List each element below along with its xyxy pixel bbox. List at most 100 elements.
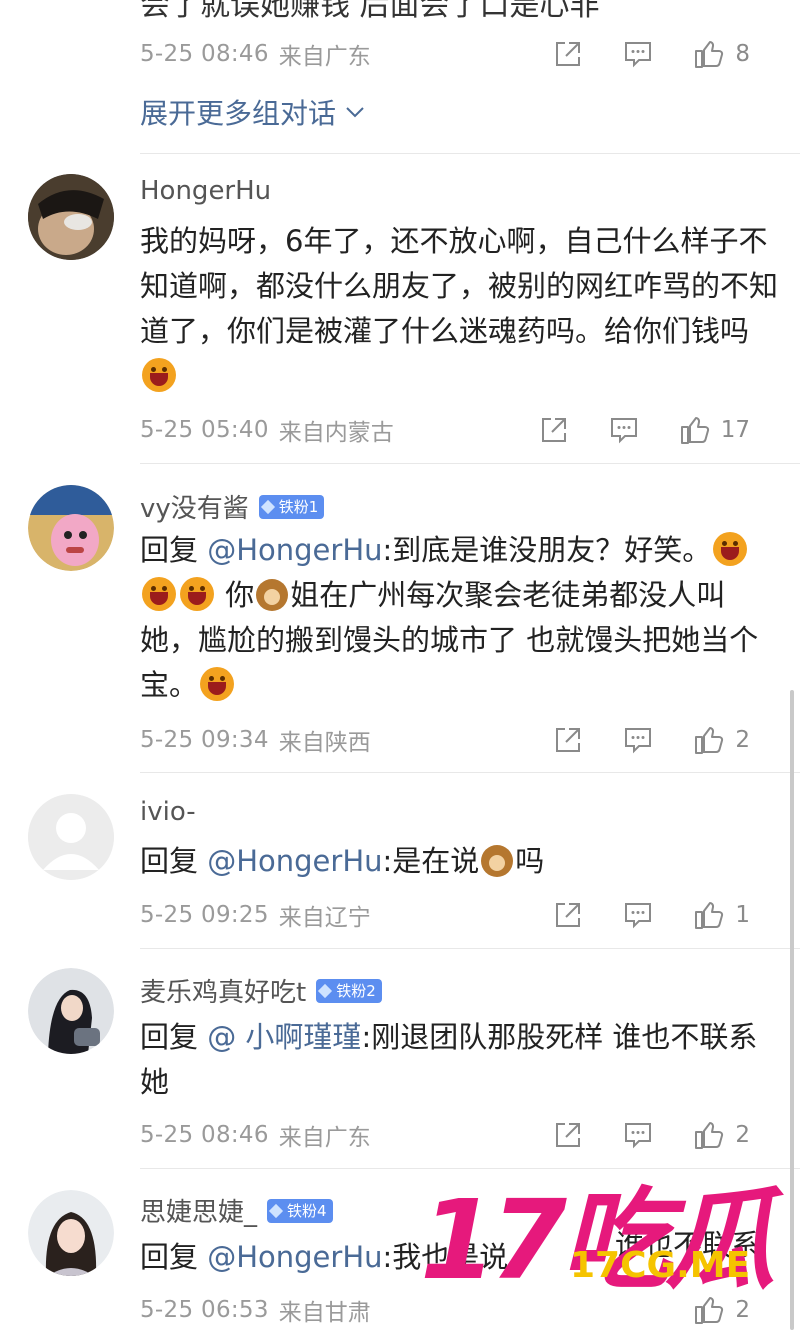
username[interactable]: ivio- [140, 797, 196, 827]
comment-text: 我的妈呀，6年了，还不放心啊，自己什么样子不知道啊，都没什么朋友了，被别的网红咋… [140, 219, 780, 399]
comment-date: 5-25 09:34 [140, 727, 269, 753]
thumbs-up-icon [680, 417, 709, 444]
share-icon [556, 903, 581, 927]
username[interactable]: HongerHu [140, 176, 271, 206]
grinning-emoji-icon [180, 577, 214, 611]
comment-location: 来自广东 [278, 44, 371, 70]
thumbs-up-icon [695, 41, 724, 68]
grinning-emoji-icon [713, 532, 748, 566]
reply-button[interactable] [623, 39, 653, 69]
comment-location: 来自辽宁 [278, 905, 371, 931]
avatar[interactable] [28, 794, 114, 880]
monkey-emoji-icon [481, 845, 514, 877]
reply-prefix: 回复 [140, 533, 208, 567]
comment-actions: 8 [553, 34, 750, 74]
like-count: 2 [735, 1122, 750, 1148]
comment-icon [610, 418, 637, 444]
share-button[interactable] [539, 415, 569, 445]
divider [140, 948, 800, 949]
mention-link[interactable]: @ 小啊瑾瑾 [207, 1020, 361, 1054]
mention-link[interactable]: @HongerHu [207, 844, 382, 878]
mention-link[interactable]: @HongerHu [207, 533, 382, 567]
comment-actions: 1 [553, 895, 750, 935]
like-count: 17 [720, 417, 750, 443]
reply-button[interactable] [623, 1120, 653, 1150]
comment-location: 来自甘肃 [278, 1300, 371, 1326]
diamond-icon [318, 983, 333, 998]
like-button[interactable]: 17 [679, 414, 750, 446]
badge-label: 铁粉2 [336, 982, 376, 1000]
share-button[interactable] [553, 900, 583, 930]
fan-badge: 铁粉1 [258, 494, 325, 519]
like-count: 2 [735, 727, 750, 753]
scrollbar[interactable] [790, 690, 794, 1330]
comment-meta: 5-25 05:40 来自内蒙古 17 [140, 410, 780, 450]
username-row: vy没有酱 铁粉1 [140, 488, 325, 525]
divider [140, 1168, 800, 1169]
comment-body: :是在说 [382, 844, 480, 878]
comment-text: 回复 @HongerHu:是在说 吗 [140, 839, 780, 884]
comment-date: 5-25 05:40 [140, 417, 269, 443]
reply-button[interactable] [623, 900, 653, 930]
comment-body: 我的妈呀，6年了，还不放心啊，自己什么样子不知道啊，都没什么朋友了，被别的网红咋… [140, 224, 779, 348]
username[interactable]: vy没有酱 [140, 488, 249, 525]
comment-actions: 17 [539, 410, 750, 450]
thumbs-up-icon [695, 902, 724, 929]
comment-body: 你 [216, 578, 255, 612]
comment-location: 来自广东 [278, 1125, 371, 1151]
comment-icon [625, 728, 652, 754]
comment-meta: 5-25 09:25 来自辽宁 1 [140, 895, 780, 935]
avatar[interactable] [28, 174, 114, 260]
like-button[interactable]: 8 [693, 38, 750, 70]
share-button[interactable] [553, 39, 583, 69]
reply-button[interactable] [623, 725, 653, 755]
comment-icon [625, 42, 652, 68]
divider [140, 153, 800, 154]
username[interactable]: 麦乐鸡真好吃t [140, 972, 306, 1009]
comment-actions: 2 [553, 720, 750, 760]
avatar[interactable] [28, 485, 114, 571]
thumbs-up-icon [695, 1297, 724, 1324]
thumbs-up-icon [695, 727, 724, 754]
username[interactable]: 思婕思婕_ [140, 1192, 257, 1229]
fan-badge: 铁粉4 [267, 1198, 333, 1223]
partial-comment-text: 会了就误她赚钱 后面会了口是心非 [140, 0, 600, 23]
mention-link[interactable]: @HongerHu [207, 1240, 382, 1274]
like-button[interactable]: 2 [693, 1294, 750, 1326]
share-button[interactable] [553, 725, 583, 755]
expand-more-conversations[interactable]: 展开更多组对话 [140, 92, 368, 132]
comment-date: 5-25 08:46 [140, 41, 269, 67]
reply-prefix: 回复 [140, 844, 208, 878]
share-icon [541, 418, 566, 442]
share-button[interactable] [553, 1120, 583, 1150]
like-button[interactable]: 1 [693, 899, 750, 931]
divider [140, 772, 800, 773]
like-button[interactable]: 2 [693, 1119, 750, 1151]
comment-actions: 2 [693, 1290, 750, 1330]
comment-date: 5-25 08:46 [140, 1122, 269, 1148]
reply-prefix: 回复 [140, 1020, 208, 1054]
comment-icon [625, 903, 652, 929]
comment-meta: 5-25 09:34 来自陕西 2 [140, 720, 780, 760]
monkey-emoji-icon [256, 579, 289, 611]
chevron-down-icon [346, 107, 364, 118]
reply-button[interactable] [609, 415, 639, 445]
default-avatar-icon [28, 794, 114, 880]
overlay-text: 谁也不联系 [615, 1228, 761, 1262]
like-count: 8 [735, 41, 750, 67]
comment-text: 回复 @ 小啊瑾瑾:刚退团队那股死样 谁也不联系她 [140, 1015, 780, 1105]
comment-actions: 2 [553, 1115, 750, 1155]
avatar[interactable] [28, 968, 114, 1054]
comment-location: 来自内蒙古 [278, 420, 394, 446]
thumbs-up-icon [695, 1122, 724, 1149]
share-icon [556, 1123, 581, 1147]
comment-body: :我也是说 [382, 1240, 509, 1274]
comment-meta: 5-25 08:46 来自广东 8 [140, 34, 780, 74]
comment-date: 5-25 09:25 [140, 902, 269, 928]
like-button[interactable]: 2 [693, 724, 750, 756]
diamond-icon [260, 499, 275, 514]
divider [140, 463, 800, 464]
comment-meta: 5-25 08:46 来自广东 2 [140, 1115, 780, 1155]
share-icon [556, 42, 581, 66]
avatar[interactable] [28, 1190, 114, 1276]
